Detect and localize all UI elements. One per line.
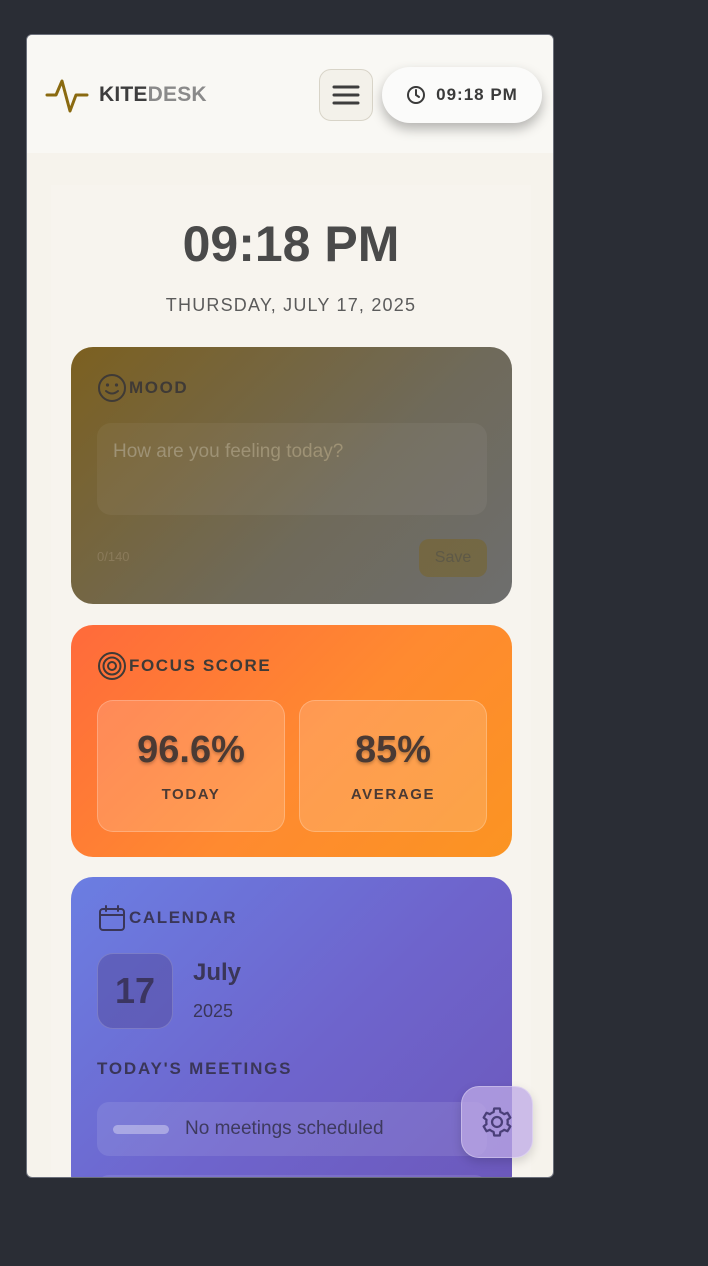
hamburger-icon [332,85,360,105]
focus-today-box: 96.6% TODAY [97,700,285,832]
mood-input[interactable] [97,423,487,515]
calendar-month: July [193,959,242,986]
focus-header: FOCUS SCORE [97,651,271,681]
current-date: THURSDAY, JULY 17, 2025 [165,295,417,315]
meeting-item: No meetings scheduled [97,1102,487,1156]
focus-today-value: 96.6% [137,729,245,771]
calendar-year: 2025 [193,1001,234,1021]
clock-icon [407,86,426,104]
meetings-title: TODAY'S MEETINGS [97,1059,293,1078]
logo-text: KITEDESK [99,83,207,107]
calendar-header: CALENDAR [97,903,237,933]
meeting-item-partial [97,1175,487,1177]
clock-pill[interactable]: 09:18 PM [382,67,542,123]
logo[interactable]: KITEDESK [45,75,207,115]
target-icon [98,652,126,680]
mood-title: MOOD [129,378,189,397]
mood-save-button[interactable]: Save [419,539,487,577]
focus-average-value: 85% [354,729,432,771]
mood-header: MOOD [97,373,188,403]
menu-button[interactable] [319,69,373,121]
clock-pill-time: 09:18 PM [436,85,518,104]
calendar-title: CALENDAR [129,908,238,927]
calendar-card: CALENDAR 17 July 2025 TODAY'S MEETINGS N… [71,877,512,1177]
calendar-day: 17 [97,953,173,1029]
focus-today-label: TODAY [161,786,221,803]
focus-title: FOCUS SCORE [129,656,272,675]
app-frame: KITEDESK 09:18 PM 09:18 PM THURSDAY, JUL… [26,34,554,1178]
focus-average-box: 85% AVERAGE [299,700,487,832]
meeting-indicator [113,1124,169,1134]
mood-char-count: 0/140 [97,549,130,564]
pulse-icon [45,79,89,113]
current-time: 09:18 PM [182,216,400,272]
logo-text-desk: DESK [147,83,207,106]
focus-score-card: FOCUS SCORE 96.6% TODAY 85% AVERAGE [71,625,512,857]
main-content: 09:18 PM THURSDAY, JULY 17, 2025 MOOD 0/… [51,185,531,1177]
gear-icon [482,1107,512,1137]
calendar-icon [99,905,125,931]
smile-icon [98,374,126,402]
meeting-empty-text: No meetings scheduled [185,1118,384,1139]
logo-text-kite: KITE [99,83,148,106]
focus-average-label: AVERAGE [350,786,436,803]
settings-button[interactable] [461,1086,533,1158]
top-bar: KITEDESK 09:18 PM [27,35,553,153]
mood-card: MOOD 0/140 Save [71,347,512,604]
